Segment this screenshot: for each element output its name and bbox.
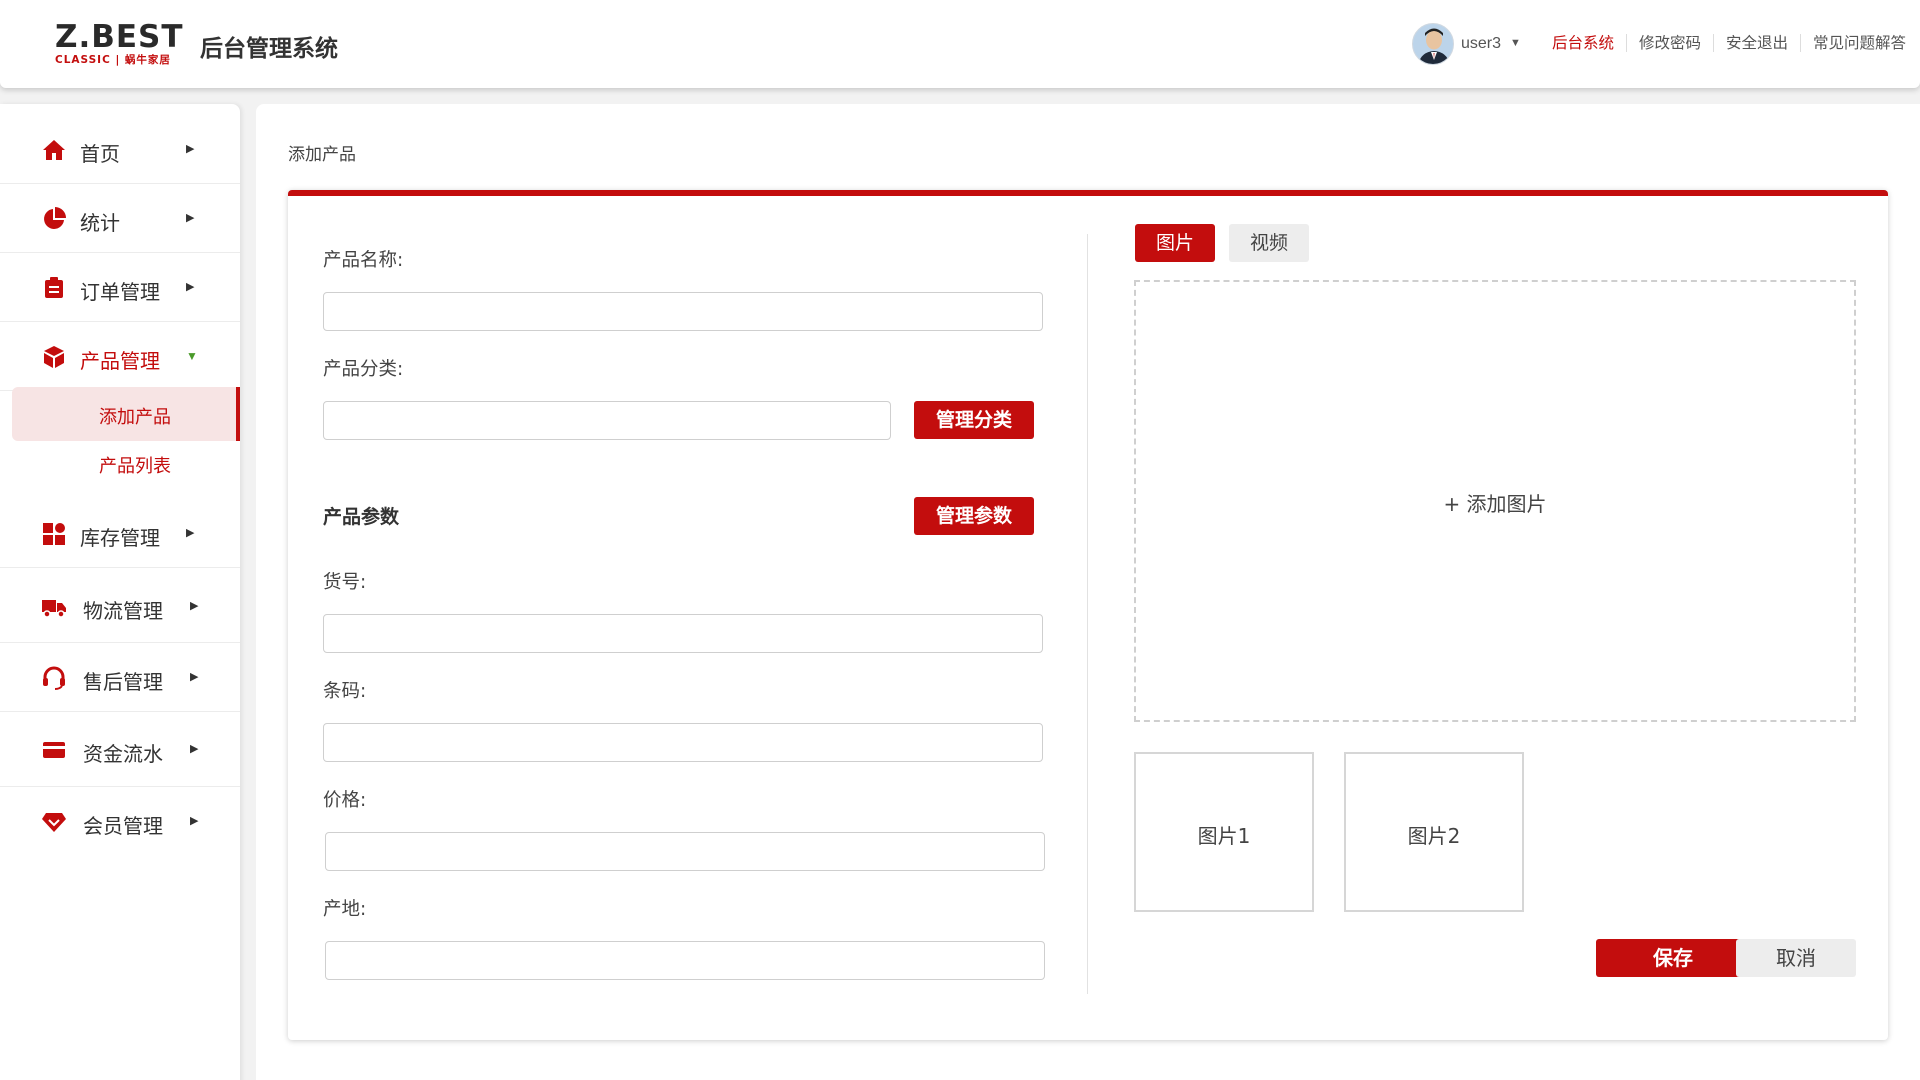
- sidebar: 首页 ▶ 统计 ▶ 订单管理 ▶ 产品管理 ▼ 添加产品 产品列表 库存管理 ▶…: [0, 104, 240, 1080]
- image-upload-area[interactable]: + 添加图片: [1134, 280, 1856, 722]
- chevron-right-icon: ▶: [190, 743, 199, 755]
- chevron-right-icon: ▶: [186, 212, 195, 224]
- sidebar-item-label: 物流管理: [83, 599, 163, 623]
- thumb-label: 图片1: [1197, 824, 1251, 848]
- sidebar-item-label: 会员管理: [83, 814, 163, 838]
- user-avatar-icon: [1413, 24, 1453, 64]
- add-product-card: 产品名称: 产品分类: 管理分类 产品参数 管理参数 货号: 条码: 价格: 产…: [288, 190, 1888, 1040]
- sidebar-item-logistics[interactable]: 物流管理 ▶: [0, 571, 240, 643]
- sku-label: 货号:: [323, 572, 367, 593]
- price-input[interactable]: [325, 832, 1045, 871]
- breadcrumb: 添加产品: [288, 145, 356, 165]
- sidebar-item-members[interactable]: 会员管理 ▶: [0, 788, 240, 856]
- sidebar-item-label: 首页: [80, 142, 120, 166]
- link-faq[interactable]: 常见问题解答: [1800, 34, 1918, 52]
- pie-chart-icon: [44, 207, 66, 229]
- top-header: Z.BEST CLASSIC | 蜗牛家居 后台管理系统 user3 ▼ 后台系…: [0, 0, 1920, 88]
- add-image-label: + 添加图片: [1443, 492, 1547, 516]
- cancel-button[interactable]: 取消: [1736, 939, 1856, 977]
- user-dropdown-caret-icon[interactable]: ▼: [1510, 37, 1521, 49]
- sidebar-item-cashflow[interactable]: 资金流水 ▶: [0, 713, 240, 787]
- chevron-right-icon: ▶: [190, 600, 199, 612]
- tab-image[interactable]: 图片: [1135, 224, 1215, 262]
- barcode-input[interactable]: [323, 723, 1043, 762]
- thumb-label: 图片2: [1407, 824, 1461, 848]
- sidebar-item-stats[interactable]: 统计 ▶: [0, 185, 240, 253]
- price-label: 价格:: [323, 790, 367, 811]
- column-divider: [1087, 234, 1088, 994]
- card-icon: [43, 742, 65, 758]
- clipboard-icon: [45, 277, 63, 298]
- image-thumb-2[interactable]: 图片2: [1344, 752, 1524, 912]
- link-admin-system[interactable]: 后台系统: [1540, 34, 1626, 52]
- headset-icon: [43, 666, 65, 690]
- sidebar-item-label: 售后管理: [83, 670, 163, 694]
- logo-sub-text: CLASSIC | 蜗牛家居: [55, 54, 171, 66]
- chevron-right-icon: ▶: [186, 281, 195, 293]
- link-change-password[interactable]: 修改密码: [1626, 34, 1713, 52]
- top-links: 后台系统 修改密码 安全退出 常见问题解答: [1540, 34, 1918, 52]
- product-category-input[interactable]: [323, 401, 891, 440]
- sidebar-item-products[interactable]: 产品管理 ▼: [0, 323, 240, 391]
- sidebar-subitem-label: 添加产品: [99, 407, 171, 428]
- sidebar-subitem-label: 产品列表: [99, 456, 171, 477]
- box-icon: [44, 346, 64, 368]
- sidebar-item-label: 产品管理: [80, 349, 160, 373]
- chevron-right-icon: ▶: [186, 143, 195, 155]
- product-name-input[interactable]: [323, 292, 1043, 331]
- grid-icon: [43, 523, 65, 545]
- home-icon: [43, 140, 65, 160]
- product-name-label: 产品名称:: [323, 250, 404, 271]
- save-button[interactable]: 保存: [1596, 939, 1750, 977]
- product-params-title: 产品参数: [323, 506, 400, 528]
- logo-main-text: Z.BEST: [55, 19, 184, 55]
- chevron-right-icon: ▶: [190, 815, 199, 827]
- sidebar-item-label: 订单管理: [80, 280, 160, 304]
- image-thumb-1[interactable]: 图片1: [1134, 752, 1314, 912]
- sidebar-subitem-add-product[interactable]: 添加产品: [12, 387, 240, 441]
- sidebar-item-orders[interactable]: 订单管理 ▶: [0, 254, 240, 322]
- brand-logo[interactable]: Z.BEST CLASSIC | 蜗牛家居: [55, 20, 185, 68]
- sidebar-item-label: 统计: [80, 211, 120, 235]
- sidebar-item-label: 库存管理: [80, 526, 160, 550]
- product-category-label: 产品分类:: [323, 359, 404, 380]
- avatar[interactable]: [1412, 23, 1454, 65]
- sidebar-item-inventory[interactable]: 库存管理 ▶: [0, 500, 240, 568]
- barcode-label: 条码:: [323, 681, 367, 702]
- main-panel: 添加产品 产品名称: 产品分类: 管理分类 产品参数 管理参数 货号: 条码: …: [256, 104, 1920, 1080]
- manage-category-button[interactable]: 管理分类: [914, 401, 1034, 439]
- chevron-down-icon: ▼: [186, 349, 198, 363]
- truck-icon: [42, 600, 66, 618]
- sidebar-item-home[interactable]: 首页 ▶: [0, 116, 240, 184]
- manage-params-button[interactable]: 管理参数: [914, 497, 1034, 535]
- chevron-right-icon: ▶: [190, 671, 199, 683]
- origin-input[interactable]: [325, 941, 1045, 980]
- app-title: 后台管理系统: [200, 36, 338, 62]
- tab-video[interactable]: 视频: [1229, 224, 1309, 262]
- origin-label: 产地:: [323, 899, 367, 920]
- chevron-right-icon: ▶: [186, 527, 195, 539]
- user-name[interactable]: user3: [1461, 35, 1501, 53]
- diamond-heart-icon: [42, 813, 66, 832]
- sidebar-item-after-sales[interactable]: 售后管理 ▶: [0, 644, 240, 712]
- sku-input[interactable]: [323, 614, 1043, 653]
- sidebar-subitem-product-list[interactable]: 产品列表: [12, 436, 240, 490]
- link-logout[interactable]: 安全退出: [1713, 34, 1800, 52]
- sidebar-item-label: 资金流水: [83, 742, 163, 766]
